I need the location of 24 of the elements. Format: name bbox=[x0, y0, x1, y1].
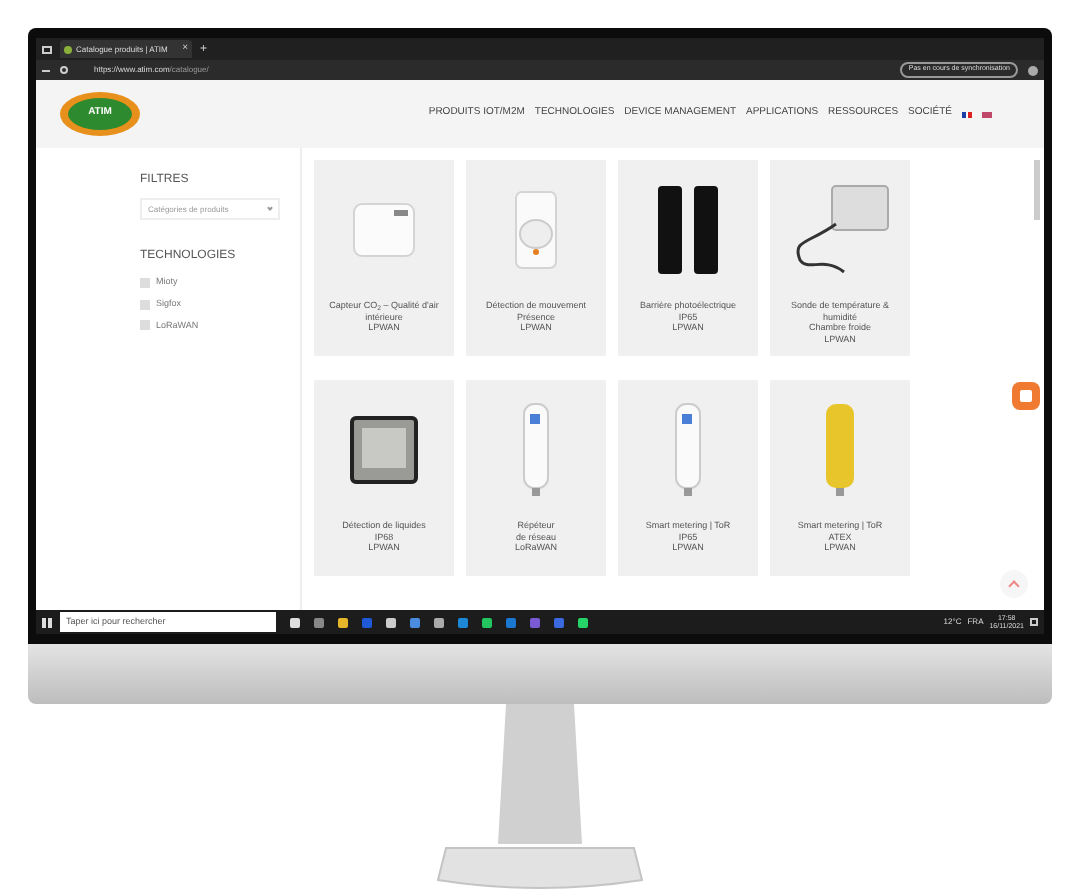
chevron-down-icon bbox=[267, 205, 273, 211]
french-flag-icon[interactable] bbox=[962, 111, 972, 117]
sensor-drawing bbox=[350, 200, 418, 260]
chat-button[interactable] bbox=[1012, 381, 1040, 409]
notification-icon[interactable] bbox=[1030, 618, 1038, 626]
reload-icon[interactable] bbox=[60, 66, 68, 74]
taskbar-app-icon[interactable] bbox=[338, 617, 348, 627]
barrier-drawing bbox=[656, 184, 720, 276]
taskbar-app-icon[interactable] bbox=[578, 617, 588, 627]
taskbar-app-icon[interactable] bbox=[434, 617, 444, 627]
scrollbar-thumb[interactable] bbox=[1034, 160, 1040, 220]
antenna-drawing bbox=[824, 402, 856, 498]
taskbar-app-icon[interactable] bbox=[386, 617, 396, 627]
favicon-icon bbox=[64, 45, 72, 53]
window-icon bbox=[42, 45, 52, 53]
antenna-drawing bbox=[674, 402, 702, 498]
taskbar-app-icon[interactable] bbox=[410, 617, 420, 627]
taskbar-app-icon[interactable] bbox=[482, 617, 492, 627]
windows-start-icon[interactable] bbox=[42, 617, 52, 627]
enclosure-drawing bbox=[350, 416, 418, 484]
taskbar-app-icon[interactable] bbox=[290, 617, 300, 627]
profile-icon[interactable] bbox=[1028, 65, 1038, 75]
antenna-drawing bbox=[522, 402, 550, 498]
motion-detector-drawing bbox=[512, 190, 560, 270]
